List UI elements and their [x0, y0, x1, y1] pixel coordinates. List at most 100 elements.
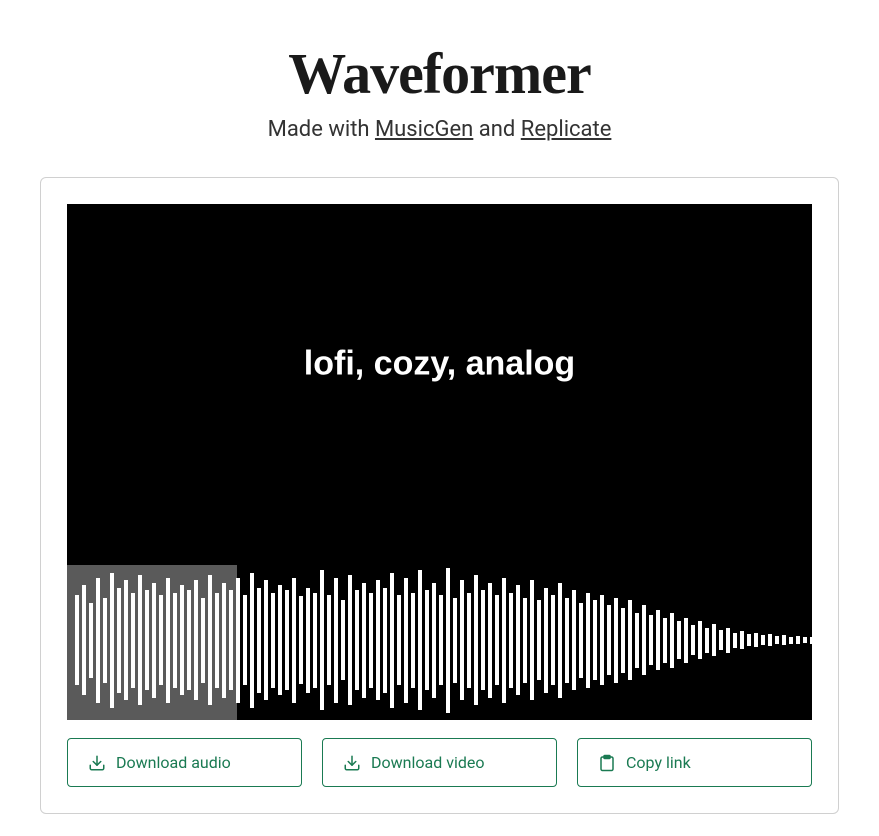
- waveform-bar: [292, 578, 296, 703]
- waveform-bar: [215, 593, 219, 688]
- waveform-bar: [236, 578, 240, 703]
- copy-link-label: Copy link: [626, 753, 691, 772]
- waveform-bar: [642, 605, 646, 675]
- waveform-bar: [607, 605, 611, 675]
- waveform-bar: [726, 628, 730, 653]
- download-audio-button[interactable]: Download audio: [67, 738, 302, 787]
- waveform-bar: [173, 593, 177, 688]
- waveform-bar: [754, 633, 758, 647]
- subtitle-prefix: Made with: [268, 117, 375, 142]
- waveform-bar: [257, 588, 261, 693]
- waveform: [67, 560, 812, 720]
- waveform-bar: [362, 583, 366, 698]
- waveform-bar: [341, 600, 345, 680]
- waveform-bar: [159, 595, 163, 685]
- waveform-bar: [404, 578, 408, 703]
- waveform-bar: [656, 610, 660, 670]
- waveform-bar: [614, 598, 618, 683]
- waveform-bar: [768, 634, 772, 646]
- waveform-bar: [411, 593, 415, 688]
- waveform-bar: [138, 575, 142, 705]
- video-player[interactable]: lofi, cozy, analog: [67, 204, 812, 720]
- waveform-bar: [152, 583, 156, 698]
- waveform-bar: [180, 585, 184, 695]
- waveform-bar: [313, 593, 317, 688]
- waveform-bar: [740, 631, 744, 649]
- waveform-bar: [481, 590, 485, 690]
- waveform-bar: [446, 568, 450, 713]
- waveform-bar: [712, 624, 716, 656]
- waveform-bar: [523, 598, 527, 683]
- waveform-bar: [131, 593, 135, 688]
- waveform-bar: [572, 590, 576, 690]
- download-video-button[interactable]: Download video: [322, 738, 557, 787]
- waveform-bar: [243, 595, 247, 685]
- waveform-bar: [460, 580, 464, 700]
- waveform-bar: [264, 580, 268, 700]
- waveform-bar: [467, 593, 471, 688]
- waveform-bar: [194, 580, 198, 700]
- copy-link-button[interactable]: Copy link: [577, 738, 812, 787]
- waveform-bar: [544, 588, 548, 693]
- waveform-bar: [684, 618, 688, 663]
- waveform-bar: [439, 595, 443, 685]
- waveform-bar: [327, 595, 331, 685]
- waveform-bar: [628, 600, 632, 680]
- waveform-bar: [474, 575, 478, 705]
- waveform-bar: [593, 600, 597, 680]
- waveform-bar: [166, 578, 170, 703]
- waveform-bar: [124, 580, 128, 700]
- waveform-bar: [103, 598, 107, 683]
- waveform-bar: [222, 583, 226, 698]
- waveform-bar: [698, 621, 702, 659]
- waveform-bar: [348, 575, 352, 705]
- waveform-bar: [719, 630, 723, 650]
- waveform-bar: [201, 598, 205, 683]
- musicgen-link[interactable]: MusicGen: [375, 117, 473, 142]
- waveform-bar: [579, 603, 583, 678]
- waveform-bar: [334, 578, 338, 703]
- waveform-bar: [565, 598, 569, 683]
- waveform-bar: [530, 580, 534, 700]
- page-title: Waveformer: [20, 40, 859, 107]
- waveform-bar: [621, 608, 625, 673]
- waveform-bar: [271, 593, 275, 688]
- waveform-bar: [803, 637, 807, 643]
- waveform-bar: [677, 621, 681, 659]
- download-audio-label: Download audio: [116, 753, 231, 772]
- waveform-bar: [775, 636, 779, 644]
- waveform-bar: [488, 583, 492, 698]
- waveform-bar: [390, 573, 394, 708]
- download-video-label: Download video: [371, 753, 484, 772]
- waveform-bar: [383, 588, 387, 693]
- waveform-bar: [208, 575, 212, 705]
- waveform-bar: [250, 573, 254, 708]
- waveform-bar: [369, 593, 373, 688]
- waveform-bar: [355, 590, 359, 690]
- waveform-bar: [502, 578, 506, 703]
- waveform-bar: [516, 585, 520, 695]
- waveform-bar: [649, 615, 653, 665]
- waveform-bar: [789, 637, 793, 644]
- waveform-bar: [320, 570, 324, 710]
- waveform-bar: [425, 590, 429, 690]
- subtitle-mid: and: [473, 117, 520, 142]
- waveform-bar: [117, 588, 121, 693]
- waveform-bar: [453, 598, 457, 683]
- replicate-link[interactable]: Replicate: [521, 117, 612, 142]
- waveform-bar: [397, 595, 401, 685]
- waveform-bar: [733, 633, 737, 648]
- waveform-area: [67, 560, 812, 720]
- waveform-bar: [110, 573, 114, 708]
- waveform-bar: [558, 583, 562, 698]
- subtitle: Made with MusicGen and Replicate: [20, 117, 859, 142]
- download-icon: [88, 754, 106, 772]
- waveform-bar: [586, 593, 590, 688]
- waveform-bar: [761, 635, 765, 645]
- waveform-bar: [376, 580, 380, 700]
- prompt-text: lofi, cozy, analog: [304, 344, 575, 383]
- waveform-bar: [670, 613, 674, 668]
- waveform-bar: [432, 583, 436, 698]
- waveform-bar: [285, 590, 289, 690]
- waveform-bar: [782, 635, 786, 645]
